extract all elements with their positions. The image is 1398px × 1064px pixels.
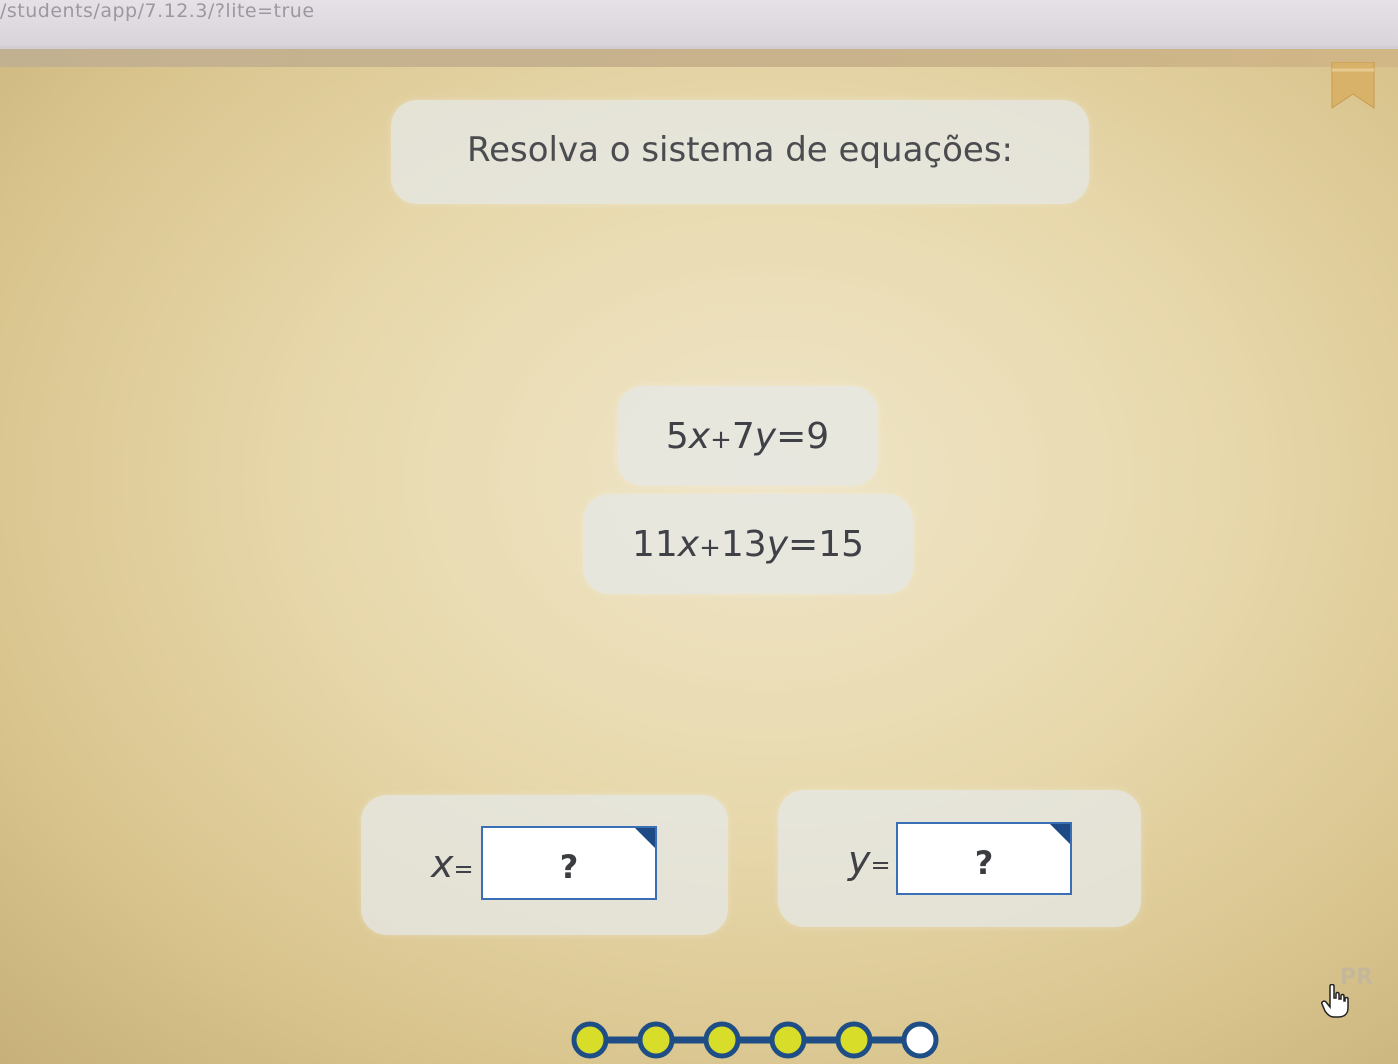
dropdown-corner-icon[interactable]	[1050, 824, 1070, 844]
answer-x-placeholder: ?	[559, 848, 579, 886]
browser-address-bar[interactable]: /students/app/7.12.3/?lite=true	[0, 0, 1398, 49]
coefficient-a: 5	[665, 416, 689, 457]
progress-step-4	[769, 1021, 807, 1059]
progress-indicator	[571, 1021, 939, 1059]
progress-step-6	[901, 1021, 939, 1059]
answer-y-label: y=	[848, 838, 891, 882]
equals-sign: =	[870, 851, 891, 879]
variable-x: x	[677, 524, 700, 565]
instruction-panel: Resolva o sistema de equações:	[391, 100, 1089, 204]
equation-1: 5x+7y=9	[617, 416, 878, 457]
constant-c: 9	[806, 416, 830, 457]
equals-sign: =	[453, 855, 474, 883]
variable-y: y	[754, 416, 777, 457]
equation-card-1: 5x+7y=9	[617, 386, 878, 486]
instruction-text: Resolva o sistema de equações:	[466, 130, 1013, 170]
progress-step-1	[571, 1021, 609, 1059]
answer-x-input[interactable]: ?	[481, 826, 657, 900]
progress-step-3	[703, 1021, 741, 1059]
variable-x: x	[431, 842, 454, 886]
variable-x: x	[688, 416, 711, 457]
answer-y-placeholder: ?	[974, 844, 994, 882]
answer-x-card: x= ?	[361, 795, 728, 935]
bookmark-icon[interactable]	[1330, 62, 1376, 110]
coefficient-a: 11	[631, 524, 678, 565]
constant-c: 15	[818, 524, 865, 565]
answer-x-label: x=	[431, 842, 474, 886]
hand-cursor-icon	[1321, 984, 1349, 1018]
answer-y-input[interactable]: ?	[896, 822, 1072, 895]
app-top-strip	[0, 49, 1398, 67]
plus-sign: +	[699, 533, 721, 563]
equation-card-2: 11x+13y=15	[583, 494, 913, 594]
coefficient-b: 13	[720, 524, 767, 565]
dropdown-corner-icon[interactable]	[635, 828, 655, 848]
url-text[interactable]: /students/app/7.12.3/?lite=true	[0, 0, 315, 22]
plus-sign: +	[710, 425, 732, 455]
progress-step-2	[637, 1021, 675, 1059]
answer-y-card: y= ?	[778, 790, 1141, 927]
equals-sign: =	[788, 524, 819, 565]
equals-sign: =	[776, 416, 807, 457]
equation-2: 11x+13y=15	[583, 524, 913, 565]
variable-y: y	[766, 524, 789, 565]
variable-y: y	[848, 838, 871, 882]
progress-step-5	[835, 1021, 873, 1059]
coefficient-b: 7	[731, 416, 755, 457]
